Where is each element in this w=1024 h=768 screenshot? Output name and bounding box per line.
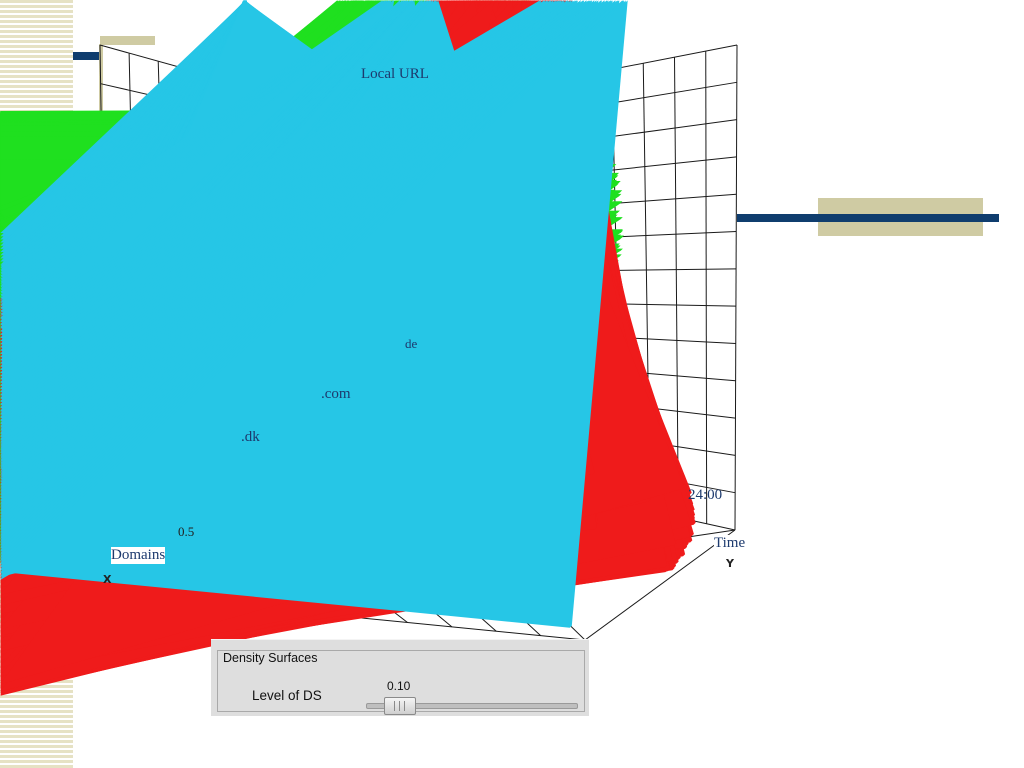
level-of-ds-label: Level of DS xyxy=(252,688,322,703)
slider-value-readout: 0.10 xyxy=(387,679,411,693)
cyan-cluster-lines xyxy=(0,0,628,628)
group-title: Density Surfaces xyxy=(221,651,320,665)
time-max-label: 24:00 xyxy=(688,487,723,503)
time-axis-label: Time xyxy=(714,535,746,552)
de-domain-label: de xyxy=(405,336,418,351)
local-url-axis-label: Local URL xyxy=(361,66,429,82)
y-axis-letter: Y xyxy=(726,557,734,570)
density-surfaces-group: Density Surfaces Level of DS 0.10 xyxy=(217,650,585,715)
x-axis-letter: X xyxy=(103,573,112,586)
point-clouds xyxy=(0,0,696,696)
density-surfaces-panel: Density Surfaces Level of DS 0.10 xyxy=(211,639,589,716)
dk-domain-label: .dk xyxy=(241,429,260,445)
tick-05-label: 0.5 xyxy=(178,524,195,539)
com-domain-label: .com xyxy=(321,386,351,402)
level-of-ds-slider-thumb[interactable] xyxy=(384,697,416,715)
domains-axis-label: Domains xyxy=(111,547,166,564)
